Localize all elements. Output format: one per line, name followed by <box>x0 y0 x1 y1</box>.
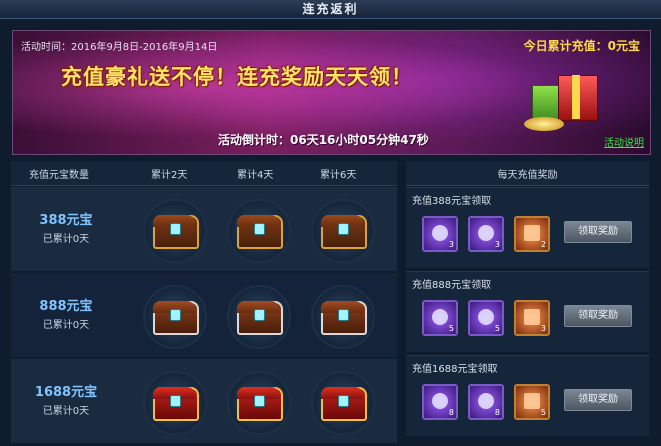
banner-slogan: 充值豪礼送不停！连充奖励天天领！ <box>61 65 413 89</box>
claim-reward-button[interactable]: 领取奖励 <box>564 389 632 411</box>
orange-ore-icon[interactable]: 5 <box>514 384 550 420</box>
treasure-chest-icon[interactable] <box>143 285 207 349</box>
table-row: 888元宝 已累计0天 <box>11 273 397 357</box>
treasure-chest-icon[interactable] <box>143 371 207 435</box>
orange-ore-icon[interactable]: 2 <box>514 216 550 252</box>
tier-accumulated: 已累计0天 <box>42 320 90 331</box>
header-day6: 累计6天 <box>320 170 357 181</box>
activity-time-text: 活动时间：2016年9月8日-2016年9月14日 <box>21 42 218 53</box>
event-banner: 活动时间：2016年9月8日-2016年9月14日 今日累计充值：0元宝 充值豪… <box>12 30 651 155</box>
reward-block: 充值1688元宝领取 8 8 5 领取奖励 <box>406 355 649 436</box>
reward-block: 充值388元宝领取 3 3 2 领取奖励 <box>406 187 649 268</box>
treasure-chest-icon[interactable] <box>143 199 207 263</box>
table-row: 388元宝 已累计0天 <box>11 187 397 271</box>
treasure-chest-icon[interactable] <box>227 371 291 435</box>
reward-block: 充值888元宝领取 5 5 3 领取奖励 <box>406 271 649 352</box>
streak-reward-table: 充值元宝数量 累计2天 累计4天 累计6天 388元宝 已累计0天 888元宝 … <box>11 161 397 444</box>
purple-orb-icon[interactable]: 3 <box>422 216 458 252</box>
event-explain-link[interactable]: 活动说明 <box>604 134 644 149</box>
treasure-chest-icon[interactable] <box>311 371 375 435</box>
purple-sword-icon[interactable]: 5 <box>468 300 504 336</box>
today-total-text: 今日累计充值：0元宝 <box>523 39 640 53</box>
table-header: 充值元宝数量 累计2天 累计4天 累计6天 <box>11 161 397 186</box>
treasure-chest-icon[interactable] <box>227 285 291 349</box>
table-row: 1688元宝 已累计0天 <box>11 359 397 443</box>
countdown-text: 活动倒计时：06天16小时05分钟47秒 <box>218 133 429 147</box>
purple-orb-icon[interactable]: 5 <box>422 300 458 336</box>
orange-ore-icon[interactable]: 3 <box>514 300 550 336</box>
reward-label: 充值1688元宝领取 <box>412 364 498 375</box>
panel-header: 每天充值奖励 <box>406 161 649 186</box>
purple-sword-icon[interactable]: 3 <box>468 216 504 252</box>
header-day4: 累计4天 <box>237 170 274 181</box>
treasure-chest-icon[interactable] <box>227 199 291 263</box>
purple-orb-icon[interactable]: 8 <box>422 384 458 420</box>
gift-box-icon <box>532 71 598 123</box>
treasure-chest-icon[interactable] <box>311 199 375 263</box>
window-title: 连充返利 <box>302 2 359 16</box>
window-titlebar: 连充返利 <box>0 0 661 19</box>
header-amount: 充值元宝数量 <box>29 170 89 181</box>
treasure-chest-icon[interactable] <box>311 285 375 349</box>
gold-coins-icon <box>524 117 564 131</box>
header-day2: 累计2天 <box>151 170 188 181</box>
tier-amount: 1688元宝 <box>34 385 98 400</box>
tier-accumulated: 已累计0天 <box>42 406 90 417</box>
claim-reward-button[interactable]: 领取奖励 <box>564 305 632 327</box>
tier-amount: 388元宝 <box>39 213 93 228</box>
claim-reward-button[interactable]: 领取奖励 <box>564 221 632 243</box>
tier-amount: 888元宝 <box>39 299 93 314</box>
daily-reward-panel: 每天充值奖励 充值388元宝领取 3 3 2 领取奖励 充值888元宝领取 5 … <box>406 161 649 444</box>
panel-header-text: 每天充值奖励 <box>497 170 558 181</box>
reward-label: 充值888元宝领取 <box>412 280 492 291</box>
tier-accumulated: 已累计0天 <box>42 234 90 245</box>
reward-label: 充值388元宝领取 <box>412 196 492 207</box>
purple-sword-icon[interactable]: 8 <box>468 384 504 420</box>
